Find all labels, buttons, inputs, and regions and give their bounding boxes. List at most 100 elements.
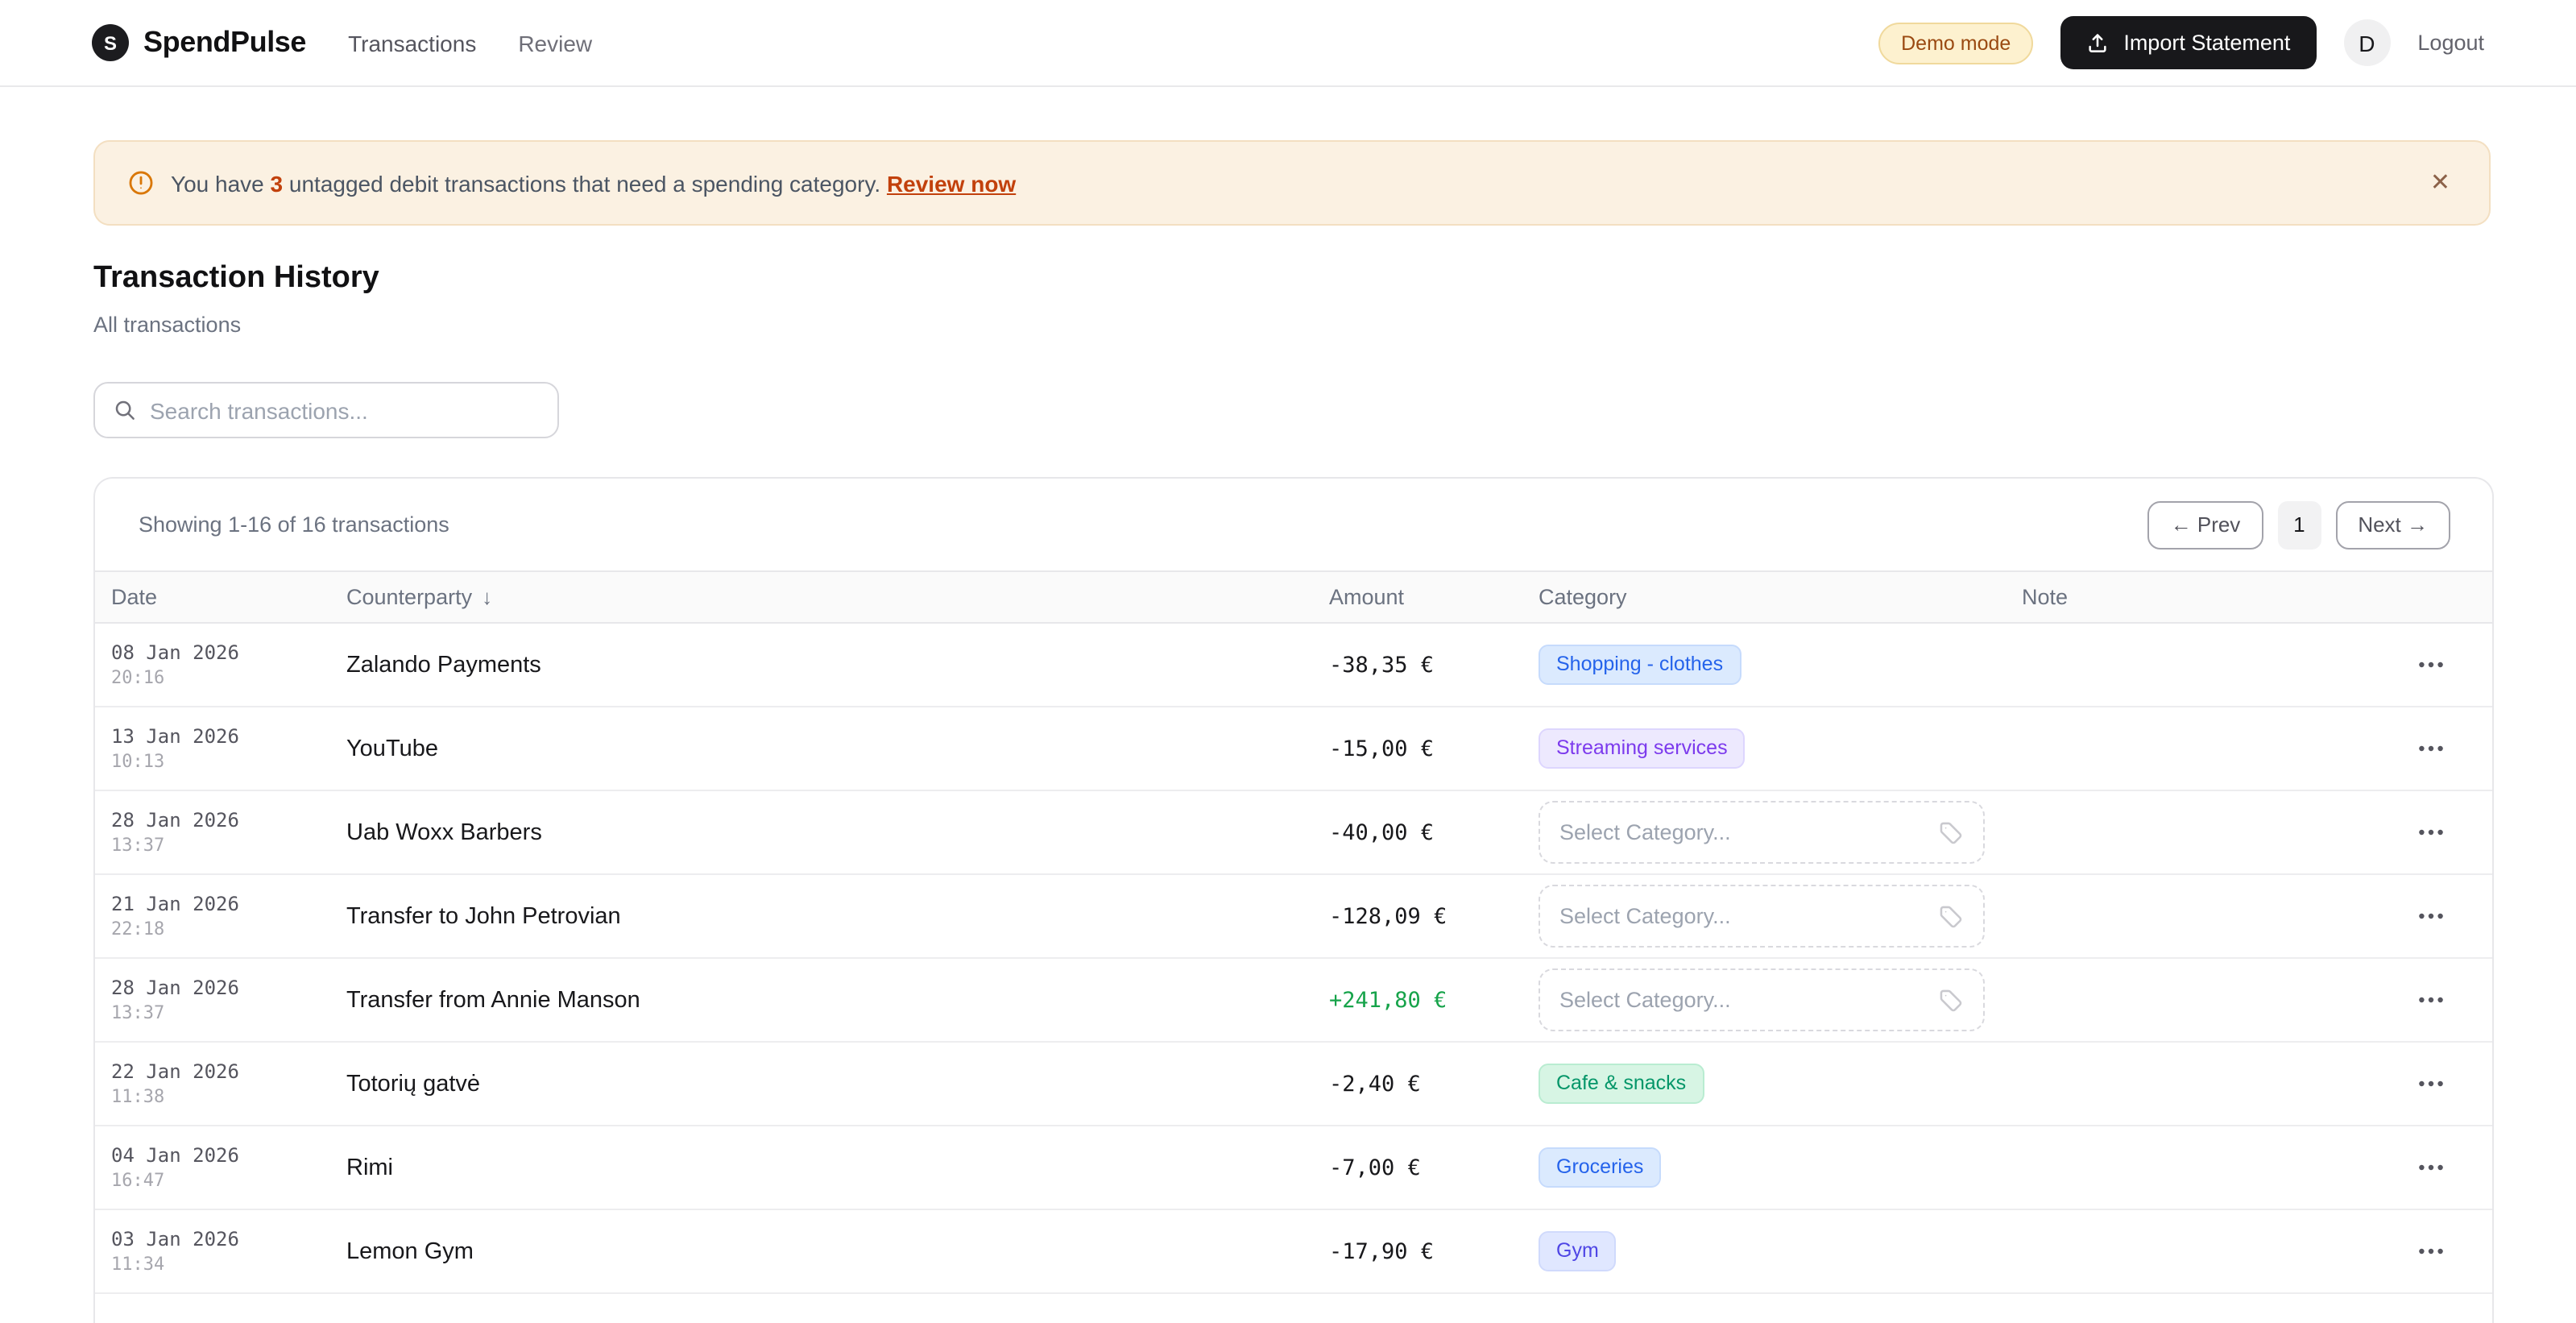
search-input[interactable] [150,397,540,423]
category-select[interactable]: Select Category... [1539,968,1985,1031]
date-cell: 22 Jan 2026 11:38 [95,1060,330,1108]
actions-cell [2392,986,2492,1014]
category-chip[interactable]: Cafe & snacks [1539,1063,1704,1105]
amount-value: -40,00 € [1329,819,1435,845]
counterparty-name: Transfer to John Petrovian [346,903,621,929]
date-cell: 28 Jan 2026 13:37 [95,808,330,856]
transaction-date: 21 Jan 2026 [111,892,239,915]
row-menu-button[interactable] [2412,986,2450,1014]
actions-cell [2392,1154,2492,1181]
category-chip[interactable]: Groceries [1539,1147,1662,1188]
date-cell: 13 Jan 2026 10:13 [95,724,330,773]
row-menu-button[interactable] [2412,651,2450,678]
transaction-date: 13 Jan 2026 [111,724,239,748]
next-page-button[interactable]: Next → [2335,500,2450,549]
actions-cell [2392,1070,2492,1097]
amount-cell: -2,40 € [1313,1069,1522,1098]
upload-icon [2086,31,2109,54]
app-viewport: S SpendPulse Transactions Review Demo mo… [0,0,2576,1323]
tag-icon [1936,902,1964,930]
table-row: 28 Jan 2026 13:37 Transfer from Annie Ma… [95,959,2492,1043]
actions-cell [2392,902,2492,930]
amount-cell: -128,09 € [1313,902,1522,931]
actions-cell [2392,651,2492,678]
tag-icon [1936,819,1964,846]
counterparty-cell: Rimi [330,1153,1313,1182]
category-cell: Select Category... [1522,885,2006,948]
table-header-row: Date Counterparty ↓ Amount Category Note [95,570,2492,624]
counterparty-name: Uab Woxx Barbers [346,819,542,845]
table-row: 04 Jan 2026 16:47 Rimi -7,00 € Groceries [95,1126,2492,1210]
transaction-date: 08 Jan 2026 [111,641,239,664]
app-logo-icon: S [92,24,129,61]
row-menu-button[interactable] [2412,1238,2450,1265]
date-cell: 03 Jan 2026 11:34 [95,1227,330,1275]
transaction-time: 13:37 [111,1002,165,1023]
category-select-placeholder: Select Category... [1559,988,1731,1012]
untagged-alert-banner: You have 3 untagged debit transactions t… [93,140,2491,226]
category-chip[interactable]: Streaming services [1539,728,1746,769]
amount-value: -2,40 € [1329,1071,1421,1097]
transaction-date: 03 Jan 2026 [111,1227,239,1250]
counterparty-name: Zalando Payments [346,652,541,678]
alert-close-button[interactable]: ✕ [2424,164,2457,201]
table-body: 08 Jan 2026 20:16 Zalando Payments -38,3… [95,624,2492,1294]
demo-mode-badge: Demo mode [1878,22,2034,64]
alert-text: You have 3 untagged debit transactions t… [171,170,1017,196]
counterparty-name: YouTube [346,736,438,761]
category-chip[interactable]: Shopping - clothes [1539,644,1741,686]
ellipsis-icon [2418,1163,2444,1172]
counterparty-cell: YouTube [330,734,1313,763]
table-row: 13 Jan 2026 10:13 YouTube -15,00 € Strea… [95,707,2492,791]
row-menu-button[interactable] [2412,735,2450,762]
current-page-indicator[interactable]: 1 [2277,500,2321,549]
row-menu-button[interactable] [2412,1154,2450,1181]
logout-link[interactable]: Logout [2417,31,2484,55]
row-menu-button[interactable] [2412,1070,2450,1097]
amount-value: -7,00 € [1329,1155,1421,1180]
counterparty-name: Lemon Gym [346,1238,474,1264]
transaction-time: 22:18 [111,918,165,939]
amount-cell: -7,00 € [1313,1153,1522,1182]
category-select-placeholder: Select Category... [1559,904,1731,928]
close-icon: ✕ [2429,169,2450,197]
counterparty-cell: Totorių gatvė [330,1069,1313,1098]
category-cell: Shopping - clothes [1522,644,2006,686]
actions-cell [2392,1238,2492,1265]
row-menu-button[interactable] [2412,902,2450,930]
amount-value: -128,09 € [1329,903,1447,929]
category-select[interactable]: Select Category... [1539,801,1985,864]
nav-review[interactable]: Review [518,30,592,56]
category-cell: Gym [1522,1230,2006,1272]
category-select-placeholder: Select Category... [1559,820,1731,844]
transactions-card: Showing 1-16 of 16 transactions ← Prev 1… [93,477,2494,1323]
transaction-time: 16:47 [111,1169,165,1191]
amount-value: +241,80 € [1329,987,1447,1013]
category-cell: Select Category... [1522,968,2006,1031]
row-menu-button[interactable] [2412,819,2450,846]
tag-icon [1936,986,1964,1014]
counterparty-cell: Transfer to John Petrovian [330,902,1313,931]
top-bar: S SpendPulse Transactions Review Demo mo… [0,0,2576,87]
category-chip[interactable]: Gym [1539,1230,1617,1272]
amount-value: -17,90 € [1329,1238,1435,1264]
transaction-date: 28 Jan 2026 [111,976,239,999]
column-header-amount: Amount [1329,585,1405,609]
review-now-link[interactable]: Review now [887,170,1016,196]
user-avatar[interactable]: D [2343,19,2391,66]
import-statement-button[interactable]: Import Statement [2060,16,2317,69]
category-select[interactable]: Select Category... [1539,885,1985,948]
alert-circle-icon [127,169,155,197]
transaction-date: 04 Jan 2026 [111,1143,239,1167]
date-cell: 08 Jan 2026 20:16 [95,641,330,689]
column-header-counterparty[interactable]: Counterparty ↓ [330,585,1313,609]
counterparty-cell: Transfer from Annie Manson [330,985,1313,1014]
counterparty-name: Totorių gatvė [346,1071,481,1097]
counterparty-name: Transfer from Annie Manson [346,987,640,1013]
transaction-time: 10:13 [111,750,165,772]
amount-cell: -38,35 € [1313,650,1522,679]
nav-transactions[interactable]: Transactions [348,30,476,56]
prev-page-button[interactable]: ← Prev [2147,500,2263,549]
category-cell: Groceries [1522,1147,2006,1188]
table-row: 28 Jan 2026 13:37 Uab Woxx Barbers -40,0… [95,791,2492,875]
